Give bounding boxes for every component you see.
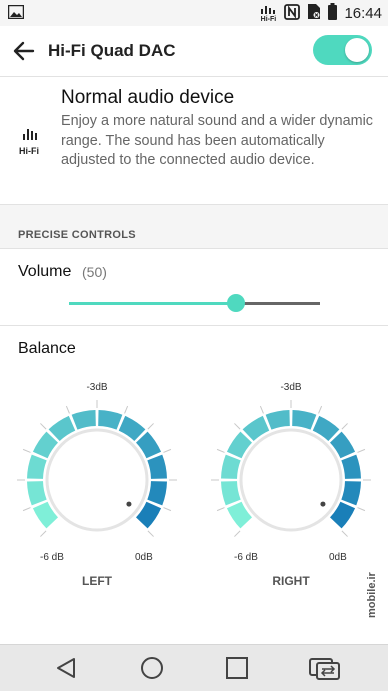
volume-slider[interactable] bbox=[69, 294, 320, 312]
balance-control: Balance -3dB -6 dB 0dB LEFT -3dB -6 dB 0… bbox=[0, 326, 388, 644]
dial-segment bbox=[98, 410, 123, 430]
dial-tick bbox=[216, 448, 225, 453]
dial-tick bbox=[259, 405, 264, 414]
clock: 16:44 bbox=[344, 5, 382, 22]
section-title: PRECISE CONTROLS bbox=[18, 229, 136, 241]
hifi-mode-icon: Hi-Fi bbox=[19, 127, 43, 156]
dial-segment bbox=[265, 410, 290, 430]
dial-tick bbox=[341, 423, 348, 430]
dial-tick bbox=[65, 405, 70, 414]
dial-tick bbox=[357, 507, 366, 512]
dial-segment bbox=[27, 481, 47, 506]
right-dial-graphic[interactable] bbox=[211, 376, 371, 556]
dial-indicator bbox=[126, 501, 132, 507]
dial-segment bbox=[292, 410, 317, 430]
dial-tick bbox=[318, 405, 323, 414]
dial-tick bbox=[40, 423, 47, 430]
left-dial-graphic[interactable] bbox=[17, 376, 177, 556]
dial-tick bbox=[147, 530, 154, 537]
volume-label: Volume bbox=[18, 263, 72, 280]
mode-title: Normal audio device bbox=[61, 87, 235, 108]
hifi-status-label: Hi-Fi bbox=[260, 15, 277, 23]
dual-window-nav-icon[interactable] bbox=[307, 653, 341, 683]
toggle-knob bbox=[345, 38, 369, 62]
dial-tick bbox=[216, 507, 225, 512]
dial-tick bbox=[147, 423, 154, 430]
dial-segment bbox=[147, 454, 167, 479]
dial-tick bbox=[234, 530, 241, 537]
right-dial-max-label: 0dB bbox=[329, 552, 347, 563]
precise-controls-header: PRECISE CONTROLS bbox=[0, 205, 388, 249]
volume-value: (50) bbox=[82, 264, 107, 280]
dial-tick bbox=[22, 448, 31, 453]
dial-segment bbox=[27, 454, 47, 479]
right-dial-name: RIGHT bbox=[272, 574, 310, 588]
right-dial-top-label: -3dB bbox=[280, 382, 302, 393]
left-dial-top-label: -3dB bbox=[86, 382, 108, 393]
hifi-status-icon: Hi-Fi bbox=[259, 5, 277, 23]
dial-segment bbox=[147, 481, 167, 506]
back-nav-icon[interactable] bbox=[52, 653, 82, 683]
balance-label: Balance bbox=[18, 340, 76, 357]
gallery-notification-icon bbox=[7, 4, 25, 23]
dial-indicator bbox=[320, 501, 326, 507]
dial-segment bbox=[221, 481, 241, 506]
app-bar: Hi-Fi Quad DAC bbox=[0, 26, 388, 77]
left-dial-name: LEFT bbox=[82, 574, 112, 588]
dial-tick bbox=[40, 530, 47, 537]
watermark: mobile.ir bbox=[366, 572, 378, 618]
dial-segment bbox=[341, 481, 361, 506]
dial-tick bbox=[341, 530, 348, 537]
volume-slider-thumb[interactable] bbox=[227, 294, 246, 312]
audio-mode-info: Hi-Fi Normal audio device Enjoy a more n… bbox=[0, 77, 388, 205]
dial-segment bbox=[71, 410, 96, 430]
dial-segment bbox=[221, 454, 241, 479]
right-balance-dial[interactable]: -3dB -6 dB 0dB RIGHT bbox=[211, 376, 371, 596]
dial-knob[interactable] bbox=[45, 428, 149, 532]
dial-tick bbox=[357, 448, 366, 453]
back-arrow-icon[interactable] bbox=[10, 38, 38, 64]
left-dial-min-label: -6 dB bbox=[40, 552, 64, 563]
volume-control: Volume (50) bbox=[0, 249, 388, 326]
recents-nav-icon[interactable] bbox=[222, 653, 252, 683]
home-nav-icon[interactable] bbox=[137, 653, 167, 683]
hifi-mode-label: Hi-Fi bbox=[19, 146, 39, 156]
sim-card-icon bbox=[307, 3, 321, 24]
mode-description: Enjoy a more natural sound and a wider d… bbox=[61, 113, 373, 168]
volume-slider-fill bbox=[69, 302, 237, 305]
status-bar: Hi-Fi 16:44 bbox=[0, 0, 388, 26]
dial-knob[interactable] bbox=[239, 428, 343, 532]
dial-segment bbox=[341, 454, 361, 479]
navigation-bar bbox=[0, 644, 388, 691]
dial-tick bbox=[234, 423, 241, 430]
dial-tick bbox=[22, 507, 31, 512]
left-balance-dial[interactable]: -3dB -6 dB 0dB LEFT bbox=[17, 376, 177, 596]
battery-icon bbox=[328, 3, 338, 24]
nfc-icon bbox=[284, 3, 301, 24]
dial-tick bbox=[163, 448, 172, 453]
dial-tick bbox=[163, 507, 172, 512]
right-dial-min-label: -6 dB bbox=[234, 552, 258, 563]
hifi-dac-toggle[interactable] bbox=[313, 35, 372, 65]
dial-tick bbox=[124, 405, 129, 414]
left-dial-max-label: 0dB bbox=[135, 552, 153, 563]
page-title: Hi-Fi Quad DAC bbox=[48, 41, 176, 60]
